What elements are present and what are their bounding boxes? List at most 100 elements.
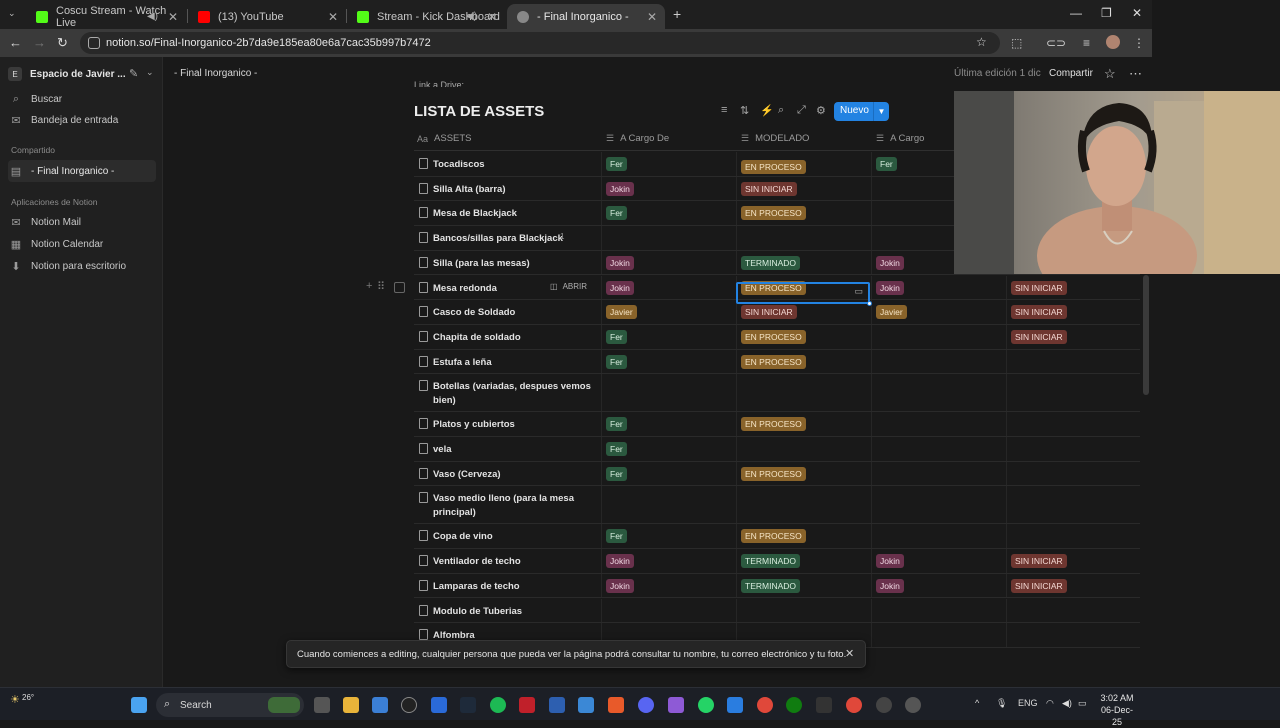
comment-count[interactable]: 1 [560,232,564,241]
more-options-icon[interactable]: ⋯ [1129,66,1142,82]
search-icon[interactable]: ⌕ [778,104,784,117]
tray-overflow-icon[interactable]: ^ [975,698,979,708]
asset-name[interactable]: Mesa de Blackjack [433,207,593,221]
owner-tag[interactable]: Fer [606,329,627,344]
back-icon[interactable]: ← [9,35,22,50]
speaker-icon[interactable]: ◀) [147,11,158,22]
column-header-a-cargo[interactable]: ☰ A Cargo [876,133,924,144]
workspace-switcher[interactable]: E Espacio de Javier ... ✎ ⌄ [8,63,156,85]
app-icon[interactable] [460,697,476,713]
owner-tag[interactable]: Jokin [876,578,904,593]
apple-tv-icon[interactable] [816,697,832,713]
taskbar-search[interactable]: ⌕ Search [156,693,304,717]
owner-tag[interactable]: Jokin [876,280,904,295]
status-tag[interactable]: TERMINADO [741,554,800,569]
file-explorer-icon[interactable] [343,697,359,713]
speaker-icon[interactable]: ◀) [466,11,477,22]
asset-name[interactable]: Platos y cubiertos [433,418,593,432]
close-tab-icon[interactable]: ✕ [168,10,178,24]
weather-icon[interactable]: ☀ [10,693,20,706]
add-row-icon[interactable]: + [366,280,372,292]
extensions-icon[interactable]: ⬚ [1011,36,1022,50]
status-tag[interactable]: EN PROCESO [741,417,806,432]
mail-app-icon[interactable] [578,697,594,713]
asset-name[interactable]: Silla (para las mesas) [433,257,593,271]
status-tag[interactable]: SIN INICIAR [741,305,797,320]
tab-coscu-stream[interactable]: Coscu Stream - Watch Live ◀) ✕ [26,4,186,29]
discord-icon[interactable] [638,697,654,713]
browser-menu-icon[interactable]: ⋮ [1133,36,1145,50]
table-row[interactable]: Chapita de soldado Fer EN PROCESO SIN INICI… [414,324,1140,350]
copilot-icon[interactable] [668,697,684,713]
sort-icon[interactable]: ⇅ [740,104,749,117]
owner-tag[interactable]: Fer [606,157,627,171]
tab-kick-dashboard[interactable]: Stream - Kick Dashboard ◀) ✕ [347,4,505,29]
asset-name[interactable]: Vaso medio lleno (para la mesa principal… [433,492,593,520]
new-entry-button[interactable]: Nuevo ▼ [834,102,889,121]
bookmark-star-icon[interactable]: ☆ [976,35,987,49]
sidebar-item-final-inorganico[interactable]: ▤ - Final Inorganico - [8,160,156,182]
close-icon[interactable]: ✕ [845,647,854,660]
table-row[interactable]: Ventilador de techo Jokin TERMINADO Jokin SI… [414,549,1140,574]
windows-start-icon[interactable] [131,697,147,713]
asset-name[interactable]: Tocadiscos [433,158,593,172]
app-icon[interactable] [727,697,743,713]
status-tag[interactable]: TERMINADO [741,578,800,593]
asset-name[interactable]: Estufa a leña [433,356,593,370]
microphone-icon[interactable]: 🎙 [996,698,1007,709]
store-icon[interactable] [372,697,388,713]
clock[interactable]: 3:02 AM 06-Dec-25 [1100,692,1134,728]
forward-icon[interactable]: → [33,35,46,50]
asset-name[interactable]: Lamparas de techo [433,580,593,594]
owner-tag[interactable]: Fer [606,529,627,544]
share-button[interactable]: Compartir [1049,68,1093,79]
owner-tag[interactable]: Fer [606,442,627,456]
table-row[interactable]: Lamparas de techo Jokin TERMINADO Jokin SIN … [414,573,1140,599]
sidebar-item-notion-calendar[interactable]: ▦ Notion Calendar [8,233,156,255]
owner-tag[interactable]: Jokin [606,255,634,270]
maximize-icon[interactable]: ❐ [1101,6,1112,20]
asset-name[interactable]: Modulo de Tuberias [433,605,593,619]
new-page-icon[interactable]: ✎ [129,67,138,80]
asset-name[interactable]: Bancos/sillas para Blackjack [433,232,593,246]
status-tag[interactable]: SIN INICIAR [1011,329,1067,344]
status-tag[interactable]: EN PROCESO [741,529,806,544]
table-row[interactable]: Copa de vino Fer EN PROCESO [414,524,1140,550]
table-row[interactable]: Platos y cubiertos Fer EN PROCESO [414,412,1140,437]
close-window-icon[interactable]: ✕ [1132,6,1142,20]
tab-final-inorganico[interactable]: - Final Inorganico - ✕ [507,4,665,29]
owner-tag[interactable]: Fer [606,354,627,369]
breadcrumb[interactable]: - Final Inorganico - [174,68,257,79]
close-tab-icon[interactable]: ✕ [487,10,497,24]
sidebar-item-search[interactable]: ⌕ Buscar [8,88,156,110]
scrollbar[interactable] [1143,275,1149,395]
status-tag[interactable]: EN PROCESO [741,354,806,369]
task-view-icon[interactable] [314,697,330,713]
fill-handle[interactable] [867,301,872,306]
chrome-active-icon[interactable] [846,697,862,713]
owner-tag[interactable]: Jokin [606,578,634,593]
visual-studio-code-icon[interactable] [431,697,447,713]
status-tag[interactable]: SIN INICIAR [1011,305,1067,320]
status-tag[interactable]: EN PROCESO [741,160,806,174]
asset-name[interactable]: Botellas (variadas, despues vemos bien) [433,380,593,408]
asset-name[interactable]: Ventilador de techo [433,555,593,569]
new-tab-icon[interactable]: + [673,6,681,22]
app-red-icon[interactable] [519,697,535,713]
app-icon[interactable] [876,697,892,713]
link-icon[interactable]: ⊂⊃ [1046,36,1066,50]
owner-tag[interactable]: Fer [876,157,897,171]
chrome-icon[interactable] [757,697,773,713]
address-bar[interactable]: notion.so/Final-Inorganico-2b7da9e185ea8… [80,32,1000,54]
owner-tag[interactable]: Javier [876,305,907,320]
reload-icon[interactable]: ↻ [57,35,68,51]
site-info-icon[interactable] [88,37,100,49]
row-checkbox[interactable] [394,281,405,293]
owner-tag[interactable]: Javier [606,305,637,320]
asset-name[interactable]: Casco de Soldado [433,306,593,320]
asset-name[interactable]: Vaso (Cerveza) [433,468,593,482]
favorite-star-icon[interactable]: ☆ [1104,66,1116,82]
status-tag[interactable]: EN PROCESO [741,206,806,221]
owner-tag[interactable]: Jokin [606,181,634,196]
column-header-assets[interactable]: Aa ASSETS [417,133,472,144]
